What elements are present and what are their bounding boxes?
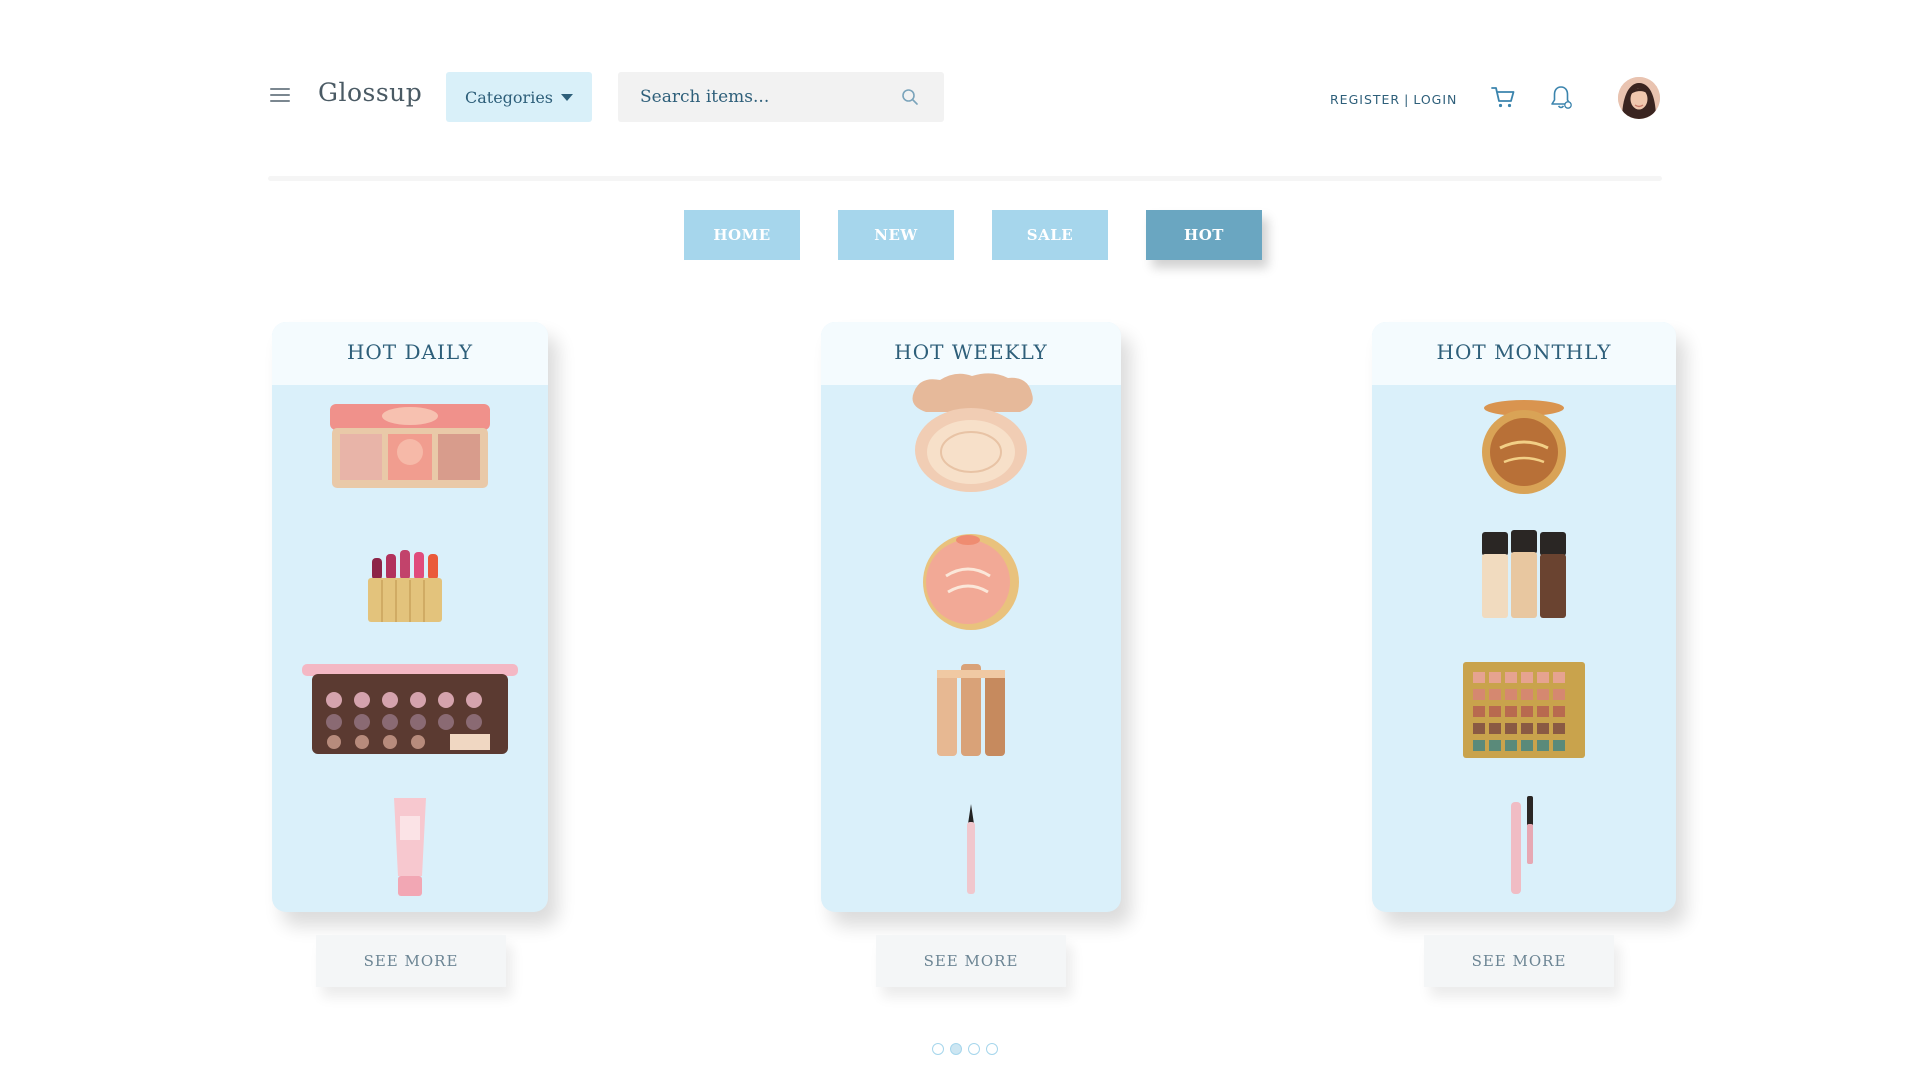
pagination-dot-active[interactable]	[950, 1043, 962, 1055]
foundation-bottles-icon[interactable]	[1474, 526, 1574, 626]
eyeshadow-palette-icon[interactable]	[320, 396, 500, 496]
header-divider	[268, 176, 1662, 181]
auth-separator: |	[1404, 92, 1410, 107]
avatar[interactable]	[1618, 77, 1660, 119]
bronzer-compact-icon[interactable]	[1474, 396, 1574, 496]
chocolate-palette-icon[interactable]	[300, 660, 520, 760]
search-input[interactable]	[640, 72, 890, 122]
pagination-dot[interactable]	[932, 1043, 944, 1055]
hot-weekly-card: HOT WEEKLY	[821, 322, 1121, 912]
hot-monthly-card: HOT MONTHLY	[1372, 322, 1676, 912]
pagination-dot[interactable]	[986, 1043, 998, 1055]
mascara-icon[interactable]	[1499, 792, 1549, 902]
login-link[interactable]: LOGIN	[1413, 92, 1457, 107]
lipstick-set-icon[interactable]	[360, 530, 460, 630]
search-icon[interactable]	[900, 87, 920, 107]
auth-links: REGISTER | LOGIN	[1330, 92, 1457, 107]
compact-powder-icon[interactable]	[896, 366, 1046, 496]
hot-daily-card: HOT DAILY	[272, 322, 548, 912]
peach-blush-icon[interactable]	[916, 526, 1026, 636]
bell-icon[interactable]	[1548, 84, 1574, 112]
categories-label: Categories	[465, 87, 553, 107]
categories-dropdown[interactable]: Categories	[446, 72, 592, 122]
see-more-weekly-button[interactable]: SEE MORE	[876, 935, 1066, 987]
pagination-dots	[932, 1043, 998, 1055]
card-title: HOT MONTHLY	[1436, 340, 1612, 364]
tab-hot[interactable]: HOT	[1146, 210, 1262, 260]
tab-sale[interactable]: SALE	[992, 210, 1108, 260]
pagination-dot[interactable]	[968, 1043, 980, 1055]
card-title: HOT DAILY	[346, 340, 474, 364]
see-more-monthly-button[interactable]: SEE MORE	[1424, 935, 1614, 987]
menu-icon[interactable]	[270, 88, 290, 102]
logo[interactable]: Glossup	[318, 78, 422, 107]
gold-palette-icon[interactable]	[1459, 660, 1589, 760]
card-title: HOT WEEKLY	[894, 340, 1048, 364]
see-more-daily-button[interactable]: SEE MORE	[316, 935, 506, 987]
register-link[interactable]: REGISTER	[1330, 92, 1400, 107]
cart-icon[interactable]	[1490, 84, 1516, 110]
eyeliner-pen-icon[interactable]	[956, 802, 986, 898]
tab-home[interactable]: HOME	[684, 210, 800, 260]
tab-new[interactable]: NEW	[838, 210, 954, 260]
user-photo-icon	[1618, 77, 1660, 119]
caret-down-icon	[561, 93, 573, 101]
primer-tube-icon[interactable]	[380, 792, 440, 902]
foundation-set-icon[interactable]	[931, 660, 1011, 760]
search-box	[618, 72, 944, 122]
